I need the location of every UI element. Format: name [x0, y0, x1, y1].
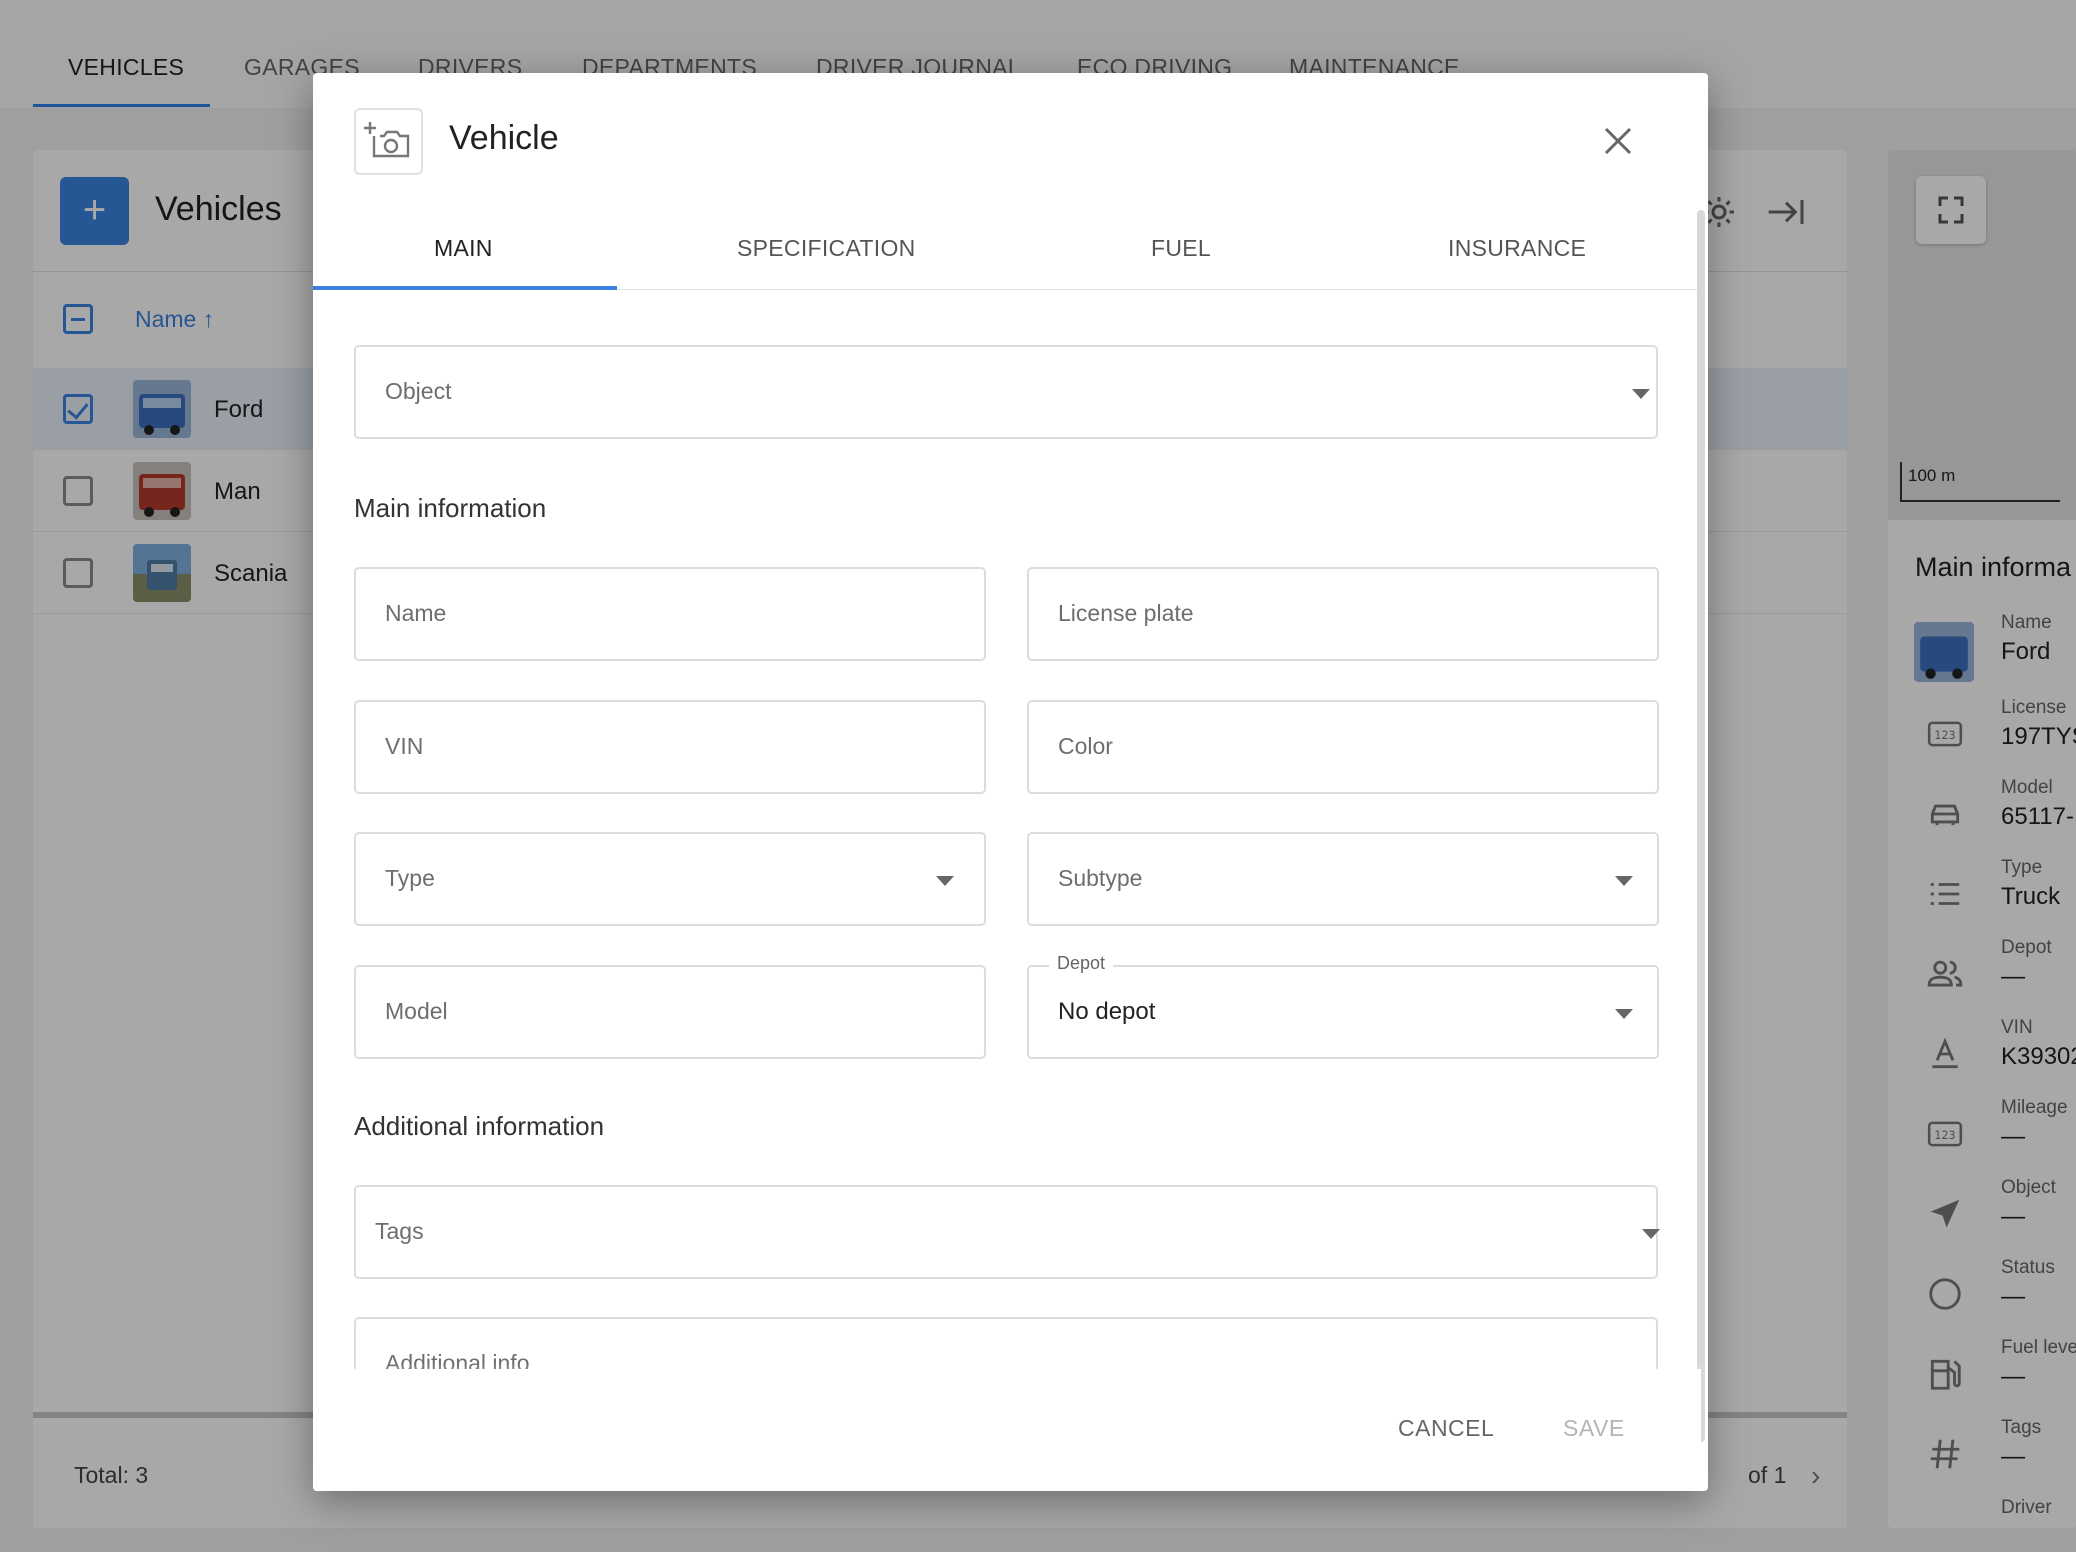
chevron-down-icon	[1632, 389, 1650, 399]
object-placeholder: Object	[385, 378, 452, 404]
add-photo-button[interactable]	[354, 108, 423, 175]
chevron-down-icon	[1615, 1009, 1633, 1019]
subtype-select[interactable]: Subtype	[1027, 832, 1659, 926]
tab-main[interactable]: Main	[434, 235, 493, 262]
depot-select[interactable]: Depot No depot	[1027, 953, 1659, 1059]
close-icon[interactable]	[1598, 121, 1638, 161]
model-field[interactable]: Model	[354, 965, 986, 1059]
license-plate-placeholder: License plate	[1058, 600, 1194, 626]
additional-information-heading: Additional information	[354, 1111, 605, 1141]
depot-label: Depot	[1049, 953, 1114, 974]
type-select[interactable]: Type	[354, 832, 986, 926]
tags-placeholder: Tags	[375, 1218, 424, 1244]
add-photo-icon	[364, 122, 410, 158]
color-field[interactable]: Color	[1027, 700, 1659, 794]
license-plate-field[interactable]: License plate	[1027, 567, 1659, 661]
main-information-heading: Main information	[354, 493, 547, 523]
name-field[interactable]: Name	[354, 567, 986, 661]
tab-specification[interactable]: Specification	[737, 235, 916, 262]
vin-placeholder: VIN	[385, 733, 424, 759]
object-select[interactable]: Object	[354, 345, 1658, 439]
vin-field[interactable]: VIN	[354, 700, 986, 794]
color-placeholder: Color	[1058, 733, 1113, 759]
chevron-down-icon	[1642, 1229, 1660, 1239]
tab-fuel[interactable]: Fuel	[1151, 235, 1211, 262]
model-placeholder: Model	[385, 998, 448, 1024]
save-button[interactable]: Save	[1563, 1415, 1625, 1442]
chevron-down-icon	[1615, 876, 1633, 886]
chevron-down-icon	[936, 876, 954, 886]
vehicle-dialog: Vehicle Main Specification Fuel Insuranc…	[313, 73, 1708, 1491]
dialog-title: Vehicle	[449, 119, 559, 157]
cancel-button[interactable]: Cancel	[1398, 1415, 1494, 1442]
subtype-placeholder: Subtype	[1058, 865, 1143, 891]
active-tab-indicator	[313, 286, 617, 290]
depot-value: No depot	[1058, 998, 1156, 1025]
tab-insurance[interactable]: Insurance	[1448, 235, 1586, 262]
tags-select[interactable]: Tags	[354, 1185, 1660, 1279]
dialog-scrollbar[interactable]	[1697, 210, 1705, 1442]
type-placeholder: Type	[385, 865, 435, 891]
name-placeholder: Name	[385, 600, 447, 626]
